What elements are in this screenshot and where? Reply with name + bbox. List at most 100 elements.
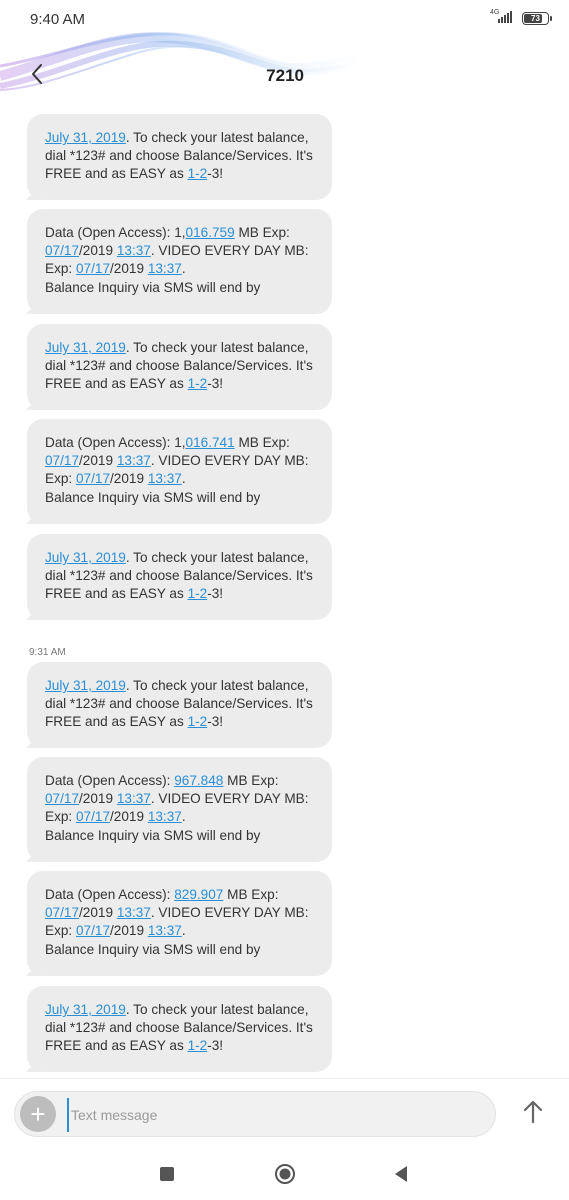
message-link[interactable]: 07/17 [45,905,79,920]
message-link[interactable]: 016.741 [186,435,235,450]
message-text: . To check your latest balance, [125,130,309,145]
message-line: dial *123# and choose Balance/Services. … [45,147,314,165]
message-text: /2019 [110,923,148,939]
message-link[interactable]: July 31, 2019 [45,1002,126,1017]
message-link[interactable]: 13:37 [117,453,151,468]
message-link[interactable]: 07/17 [76,809,110,824]
attach-button[interactable]: + [20,1096,56,1132]
message-link[interactable]: 13:37 [148,809,182,824]
recents-button[interactable] [159,1166,175,1187]
message-line: Exp: 07/17/2019 13:37. [45,808,314,826]
message-text: /2019 [79,905,117,921]
message-link[interactable]: 07/17 [76,923,110,938]
home-button[interactable] [274,1163,296,1190]
message-bubble[interactable]: July 31, 2019. To check your latest bala… [27,662,332,748]
message-link[interactable]: 07/17 [76,261,110,276]
message-text: dial *123# and choose Balance/Services. … [45,358,313,374]
message-link[interactable]: July 31, 2019 [45,678,126,693]
message-text: Balance Inquiry via SMS will end by [45,827,261,843]
message-text: -3! [207,714,224,730]
message-text: Exp: [45,261,76,277]
message-text: dial *123# and choose Balance/Services. … [45,1020,313,1036]
message-link[interactable]: 967.848 [174,773,223,788]
message-text: . VIDEO EVERY DAY MB: [150,791,309,807]
contact-title: 7210 [266,66,304,85]
message-link[interactable]: 07/17 [76,471,110,486]
message-link[interactable]: 1-2 [188,714,208,729]
time-separator: 9:31 AM [29,647,66,658]
message-link[interactable]: 13:37 [148,923,182,938]
message-link[interactable]: 829.907 [174,887,223,902]
message-bubble[interactable]: July 31, 2019. To check your latest bala… [27,114,332,200]
message-line: dial *123# and choose Balance/Services. … [45,1019,314,1037]
message-bubble[interactable]: Data (Open Access): 1,016.741 MB Exp: 07/… [27,419,332,524]
status-icons: 4G 73 [490,9,552,25]
message-line: July 31, 2019. To check your latest bala… [45,129,314,147]
message-text: /2019 [79,243,117,259]
message-line: Exp: 07/17/2019 13:37. [45,260,314,278]
message-line: Data (Open Access): 1,016.741 MB Exp: [45,434,314,452]
message-text: MB Exp: [223,773,279,788]
send-button[interactable] [521,1099,545,1125]
message-text: . [181,261,186,277]
message-text: . VIDEO EVERY DAY MB: [150,453,309,469]
message-text: /2019 [79,791,117,807]
message-text: FREE and as EASY as [45,1038,188,1054]
chevron-left-icon [32,64,42,84]
message-bubble[interactable]: July 31, 2019. To check your latest bala… [27,986,332,1072]
message-text: /2019 [110,261,148,277]
message-input[interactable] [67,1098,473,1132]
message-link[interactable]: July 31, 2019 [45,550,126,565]
message-link[interactable]: 016.759 [186,225,235,240]
conversation-header: 7210 [0,30,569,110]
message-link[interactable]: July 31, 2019 [45,340,126,355]
message-link[interactable]: 07/17 [45,243,79,258]
message-link[interactable]: 1-2 [188,376,208,391]
message-line: FREE and as EASY as 1-2-3! [45,585,314,603]
message-bubble[interactable]: July 31, 2019. To check your latest bala… [27,534,332,620]
message-bubble[interactable]: Data (Open Access): 967.848 MB Exp: 07/17… [27,757,332,862]
message-line: Data (Open Access): 967.848 MB Exp: [45,772,314,790]
message-link[interactable]: 07/17 [45,453,79,468]
message-link[interactable]: 1-2 [188,166,208,181]
message-line: July 31, 2019. To check your latest bala… [45,339,314,357]
system-back-button[interactable] [393,1165,409,1188]
message-link[interactable]: 13:37 [117,243,151,258]
status-time: 9:40 AM [30,11,86,28]
message-bubble[interactable]: Data (Open Access): 1,016.759 MB Exp: 07/… [27,209,332,314]
square-recents-icon [160,1167,174,1181]
circle-home-icon [275,1164,295,1184]
message-text: Exp: [45,809,76,825]
message-line: dial *123# and choose Balance/Services. … [45,695,314,713]
message-text: . [181,923,186,939]
message-text: /2019 [110,809,148,825]
messaging-screen: 9:40 AM 4G 73 7210 July 31, 2019. To che… [0,0,569,1200]
message-line: Balance Inquiry via SMS will end by [45,279,314,297]
message-bubble[interactable]: Data (Open Access): 829.907 MB Exp: 07/17… [27,871,332,976]
message-link[interactable]: 1-2 [188,1038,208,1053]
plus-icon: + [30,1099,46,1129]
message-line: July 31, 2019. To check your latest bala… [45,677,314,695]
message-text: FREE and as EASY as [45,166,188,182]
navigation-bar [0,1154,569,1200]
message-link[interactable]: 13:37 [148,471,182,486]
message-text: . [181,471,186,487]
message-line: FREE and as EASY as 1-2-3! [45,375,314,393]
message-link[interactable]: July 31, 2019 [45,130,126,145]
message-bubble[interactable]: July 31, 2019. To check your latest bala… [27,324,332,410]
message-link[interactable]: 13:37 [148,261,182,276]
message-text: Balance Inquiry via SMS will end by [45,279,261,295]
message-link[interactable]: 07/17 [45,791,79,806]
message-line: July 31, 2019. To check your latest bala… [45,549,314,567]
message-text: Balance Inquiry via SMS will end by [45,489,261,505]
message-text: Data (Open Access): 1, [45,225,186,240]
message-link[interactable]: 13:37 [117,791,151,806]
message-line: Exp: 07/17/2019 13:37. [45,470,314,488]
back-button[interactable] [24,60,52,88]
message-composer: + [0,1078,569,1155]
message-link[interactable]: 13:37 [117,905,151,920]
message-line: Balance Inquiry via SMS will end by [45,941,314,959]
message-line: Data (Open Access): 829.907 MB Exp: [45,886,314,904]
message-text: FREE and as EASY as [45,376,188,392]
message-link[interactable]: 1-2 [188,586,208,601]
